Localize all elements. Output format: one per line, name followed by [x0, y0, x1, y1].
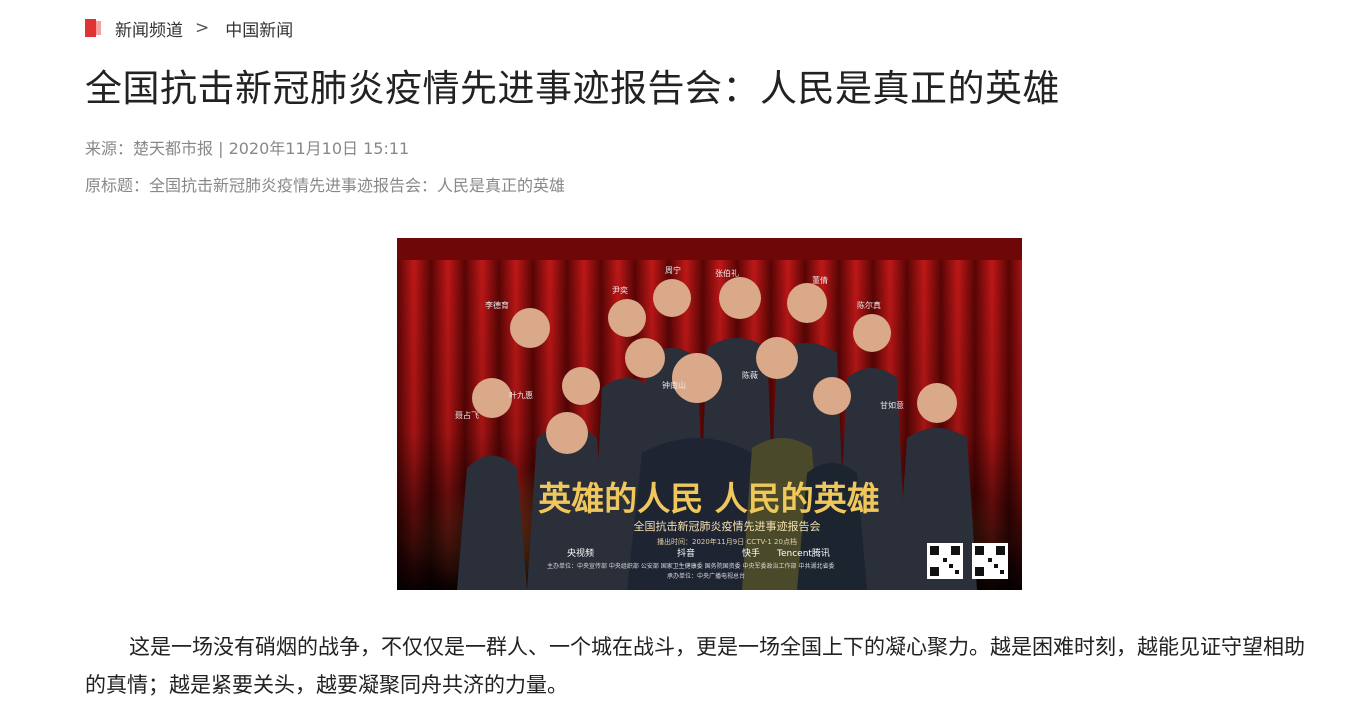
breadcrumb-section-link[interactable]: 中国新闻: [225, 16, 293, 41]
poster-name-label: 甘如意: [880, 400, 904, 410]
poster-name-label: 李德育: [485, 300, 509, 310]
breadcrumb-separator: >: [195, 18, 210, 38]
poster-broadcast: 播出时间：2020年11月9日 CCTV-1 20点档: [657, 537, 797, 546]
poster-sponsors: 主办单位：中央宣传部 中央组织部 公安部 国家卫生健康委 国务院国资委 中央军委…: [547, 562, 834, 570]
poster-name-label: 钟南山: [662, 380, 686, 390]
poster-name-label: 张伯礼: [715, 268, 739, 278]
breadcrumb: 新闻频道 > 中国新闻: [85, 16, 293, 41]
article-meta: 来源：楚天都市报 | 2020年11月10日 15:11: [85, 139, 410, 158]
svg-text:抖音: 抖音: [677, 547, 695, 559]
svg-text:央视频: 央视频: [567, 547, 594, 559]
poster-headline: 英雄的人民 人民的英雄: [538, 479, 880, 518]
poster-name-label: 尹奕: [612, 285, 628, 295]
poster-organizer: 承办单位：中央广播电视总台: [667, 572, 745, 580]
article-poster-image: 李德育 尹奕 周宁 张伯礼 董倩 陈尔真 叶九惠 钟南山 陈薇 聂占飞 甘如意 …: [397, 238, 1022, 590]
original-title: 原标题：全国抗击新冠肺炎疫情先进事迹报告会：人民是真正的英雄: [85, 176, 566, 195]
article-title: 全国抗击新冠肺炎疫情先进事迹报告会：人民是真正的英雄: [85, 67, 1060, 110]
poster-name-label: 聂占飞: [455, 410, 479, 420]
poster-name-label: 陈薇: [742, 370, 758, 380]
svg-text:Tencent腾讯: Tencent腾讯: [776, 547, 830, 559]
channel-flag-icon: [85, 19, 101, 37]
poster-name-label: 叶九惠: [509, 390, 533, 400]
breadcrumb-channel-link[interactable]: 新闻频道: [115, 16, 183, 41]
svg-text:快手: 快手: [742, 547, 760, 559]
poster-name-label: 陈尔真: [857, 300, 881, 310]
poster-name-label: 董倩: [812, 275, 828, 285]
poster-subtitle: 全国抗击新冠肺炎疫情先进事迹报告会: [634, 519, 821, 533]
article-paragraph: 这是一场没有硝烟的战争，不仅仅是一群人、一个城在战斗，更是一场全国上下的凝心聚力…: [85, 635, 1305, 697]
poster-name-label: 周宁: [665, 265, 681, 275]
